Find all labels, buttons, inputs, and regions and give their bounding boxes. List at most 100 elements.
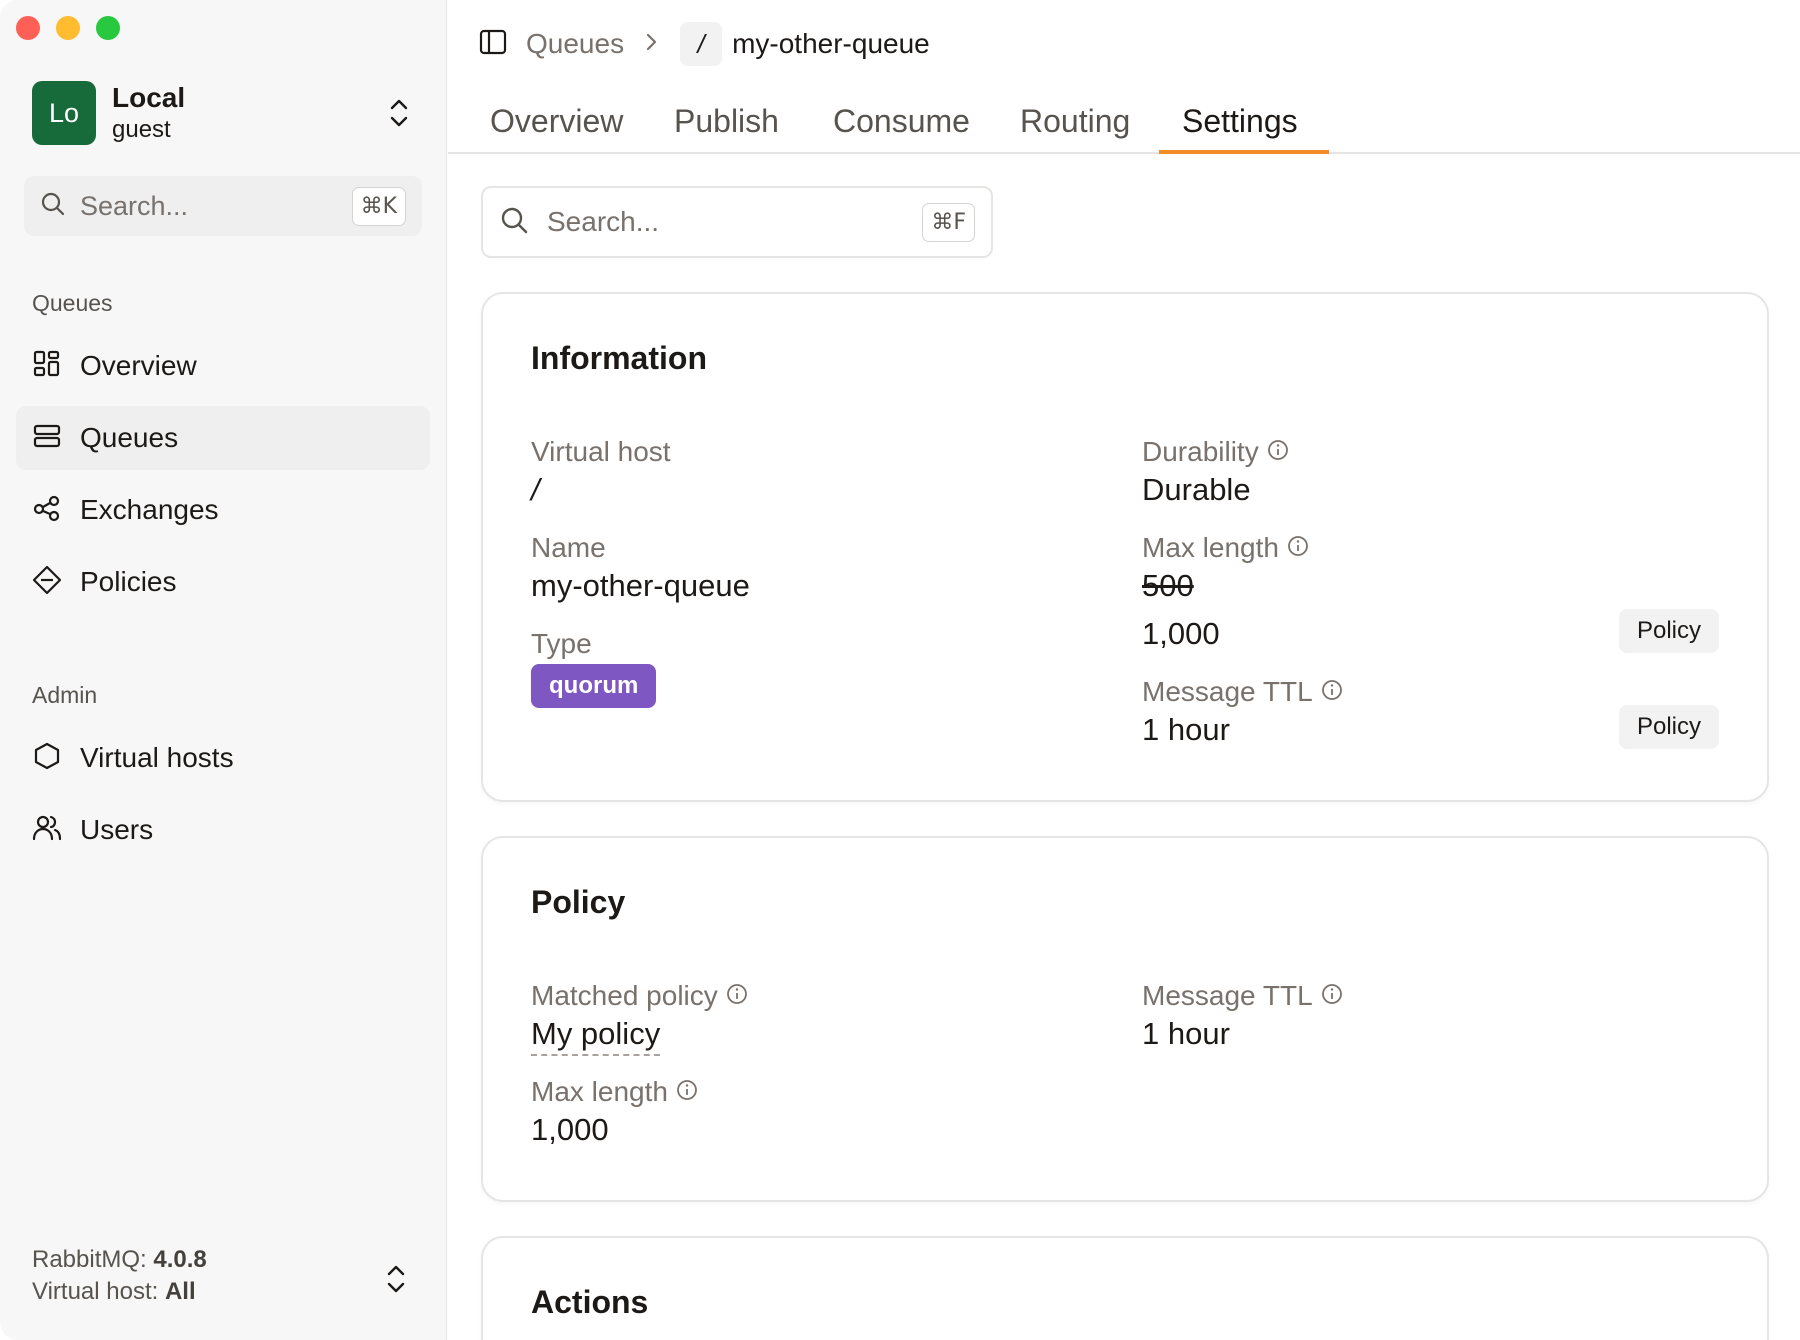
info-icon[interactable] (726, 980, 748, 1012)
vhost-filter-line: Virtual host: All (32, 1276, 207, 1308)
policy-card: Policy Matched policy My policy Max leng… (481, 836, 1769, 1202)
info-icon[interactable] (676, 1076, 698, 1108)
message-ttl-label-text: Message TTL (1142, 676, 1313, 707)
exchanges-share-icon (32, 493, 62, 528)
matched-policy-label-text: Matched policy (531, 980, 718, 1011)
tab-consume[interactable]: Consume (833, 96, 970, 154)
avatar: Lo (32, 81, 96, 145)
information-card: Information Virtual host / Name my-other… (481, 292, 1769, 802)
matched-policy-label: Matched policy (531, 980, 748, 1012)
max-length-policy-button[interactable]: Policy (1618, 609, 1719, 653)
max-length-label-text: Max length (1142, 532, 1279, 563)
sidebar-item-policies[interactable]: Policies (16, 550, 430, 614)
account-text: Local guest (112, 81, 384, 145)
sidebar-item-label: Exchanges (80, 494, 219, 525)
sidebar: Lo Local guest Search... ⌘K Queues Overv… (0, 0, 447, 1340)
sidebar-item-label: Virtual hosts (80, 742, 234, 773)
max-length-label: Max length (1142, 532, 1309, 564)
sidebar-item-virtual-hosts[interactable]: Virtual hosts (16, 726, 430, 790)
durability-value: Durable (1142, 472, 1251, 507)
information-title: Information (531, 340, 707, 376)
breadcrumb: Queues / my-other-queue (478, 22, 930, 66)
info-icon[interactable] (1321, 980, 1343, 1012)
policy-diamond-icon (32, 565, 62, 600)
sidebar-item-overview[interactable]: Overview (16, 334, 430, 398)
hexagon-icon (32, 741, 62, 776)
window-controls (16, 16, 120, 40)
search-icon (40, 191, 66, 222)
sidebar-item-users[interactable]: Users (16, 798, 430, 862)
message-ttl-policy-button[interactable]: Policy (1618, 705, 1719, 749)
zoom-window-button[interactable] (96, 16, 120, 40)
vhost-filter-value: All (164, 1278, 196, 1305)
actions-card: Actions (481, 1236, 1769, 1340)
type-label: Type (531, 628, 592, 659)
section-label-admin: Admin (32, 682, 98, 708)
max-length-value: 1,000 (1142, 616, 1220, 651)
sidebar-toggle-icon[interactable] (478, 27, 508, 62)
queue-stack-icon (32, 421, 62, 456)
sidebar-item-exchanges[interactable]: Exchanges (16, 478, 430, 542)
sidebar-item-queues[interactable]: Queues (16, 406, 430, 470)
info-icon[interactable] (1321, 676, 1343, 708)
active-tab-indicator (1159, 150, 1329, 154)
message-ttl-value: 1 hour (1142, 712, 1230, 747)
policy-max-length-label-text: Max length (531, 1076, 668, 1107)
policy-title: Policy (531, 884, 626, 920)
section-label-queues: Queues (32, 290, 113, 316)
virtual-host-label: Virtual host (531, 436, 671, 467)
virtual-host-value[interactable]: / (531, 472, 540, 508)
breadcrumb-queue-name: my-other-queue (732, 28, 930, 59)
chevron-right-icon (644, 32, 660, 57)
policy-message-ttl-label-text: Message TTL (1142, 980, 1313, 1011)
policy-message-ttl-label: Message TTL (1142, 980, 1343, 1012)
info-icon[interactable] (1267, 436, 1289, 468)
rabbitmq-version-line: RabbitMQ: 4.0.8 (32, 1244, 207, 1276)
chevron-up-down-icon[interactable] (385, 1262, 407, 1301)
policy-max-length-label: Max length (531, 1076, 698, 1108)
sidebar-item-label: Policies (80, 566, 177, 597)
app-window: Lo Local guest Search... ⌘K Queues Overv… (0, 0, 1800, 1340)
sidebar-search-input[interactable]: Search... (80, 191, 352, 222)
vhost-label: Virtual host: (32, 1278, 159, 1305)
message-ttl-label: Message TTL (1142, 676, 1343, 708)
account-switcher[interactable]: Lo Local guest (32, 80, 414, 146)
tab-overview[interactable]: Overview (490, 96, 623, 154)
name-label: Name (531, 532, 606, 563)
sidebar-item-label: Users (80, 814, 154, 845)
users-icon (32, 813, 62, 848)
tab-routing[interactable]: Routing (1020, 96, 1130, 154)
account-user: guest (112, 116, 171, 143)
max-length-old-value: 500 (1142, 568, 1194, 603)
durability-label: Durability (1142, 436, 1289, 468)
tab-bar: Overview Publish Consume Routing Setting… (448, 96, 1800, 154)
sidebar-search[interactable]: Search... ⌘K (24, 176, 422, 236)
durability-label-text: Durability (1142, 436, 1259, 467)
account-name: Local (112, 82, 186, 113)
search-shortcut-badge: ⌘K (351, 186, 406, 226)
policy-max-length-value: 1,000 (531, 1112, 609, 1147)
close-window-button[interactable] (16, 16, 40, 40)
sidebar-item-label: Overview (80, 350, 197, 381)
breadcrumb-queues-link[interactable]: Queues (526, 28, 624, 60)
queue-type-badge: quorum (531, 664, 657, 708)
breadcrumb-vhost-chip[interactable]: / (680, 22, 723, 66)
tab-publish[interactable]: Publish (674, 96, 779, 154)
info-icon[interactable] (1287, 532, 1309, 564)
chevron-up-down-icon[interactable] (384, 93, 414, 133)
dashboard-grid-icon (32, 349, 62, 384)
minimize-window-button[interactable] (56, 16, 80, 40)
matched-policy-link[interactable]: My policy (531, 1016, 661, 1056)
name-value: my-other-queue (531, 568, 750, 603)
search-shortcut-badge: ⌘F (922, 202, 975, 242)
sidebar-item-label: Queues (80, 422, 179, 453)
main-content: Queues / my-other-queue Overview Publish… (448, 0, 1800, 1340)
rabbitmq-label: RabbitMQ: (32, 1246, 147, 1273)
server-info: RabbitMQ: 4.0.8 Virtual host: All (32, 1244, 207, 1308)
settings-search[interactable]: Search... ⌘F (481, 186, 993, 258)
search-icon (499, 205, 529, 240)
rabbitmq-version: 4.0.8 (153, 1246, 207, 1273)
settings-search-input[interactable]: Search... (547, 206, 922, 238)
actions-title: Actions (531, 1284, 649, 1320)
tab-settings[interactable]: Settings (1182, 96, 1298, 154)
